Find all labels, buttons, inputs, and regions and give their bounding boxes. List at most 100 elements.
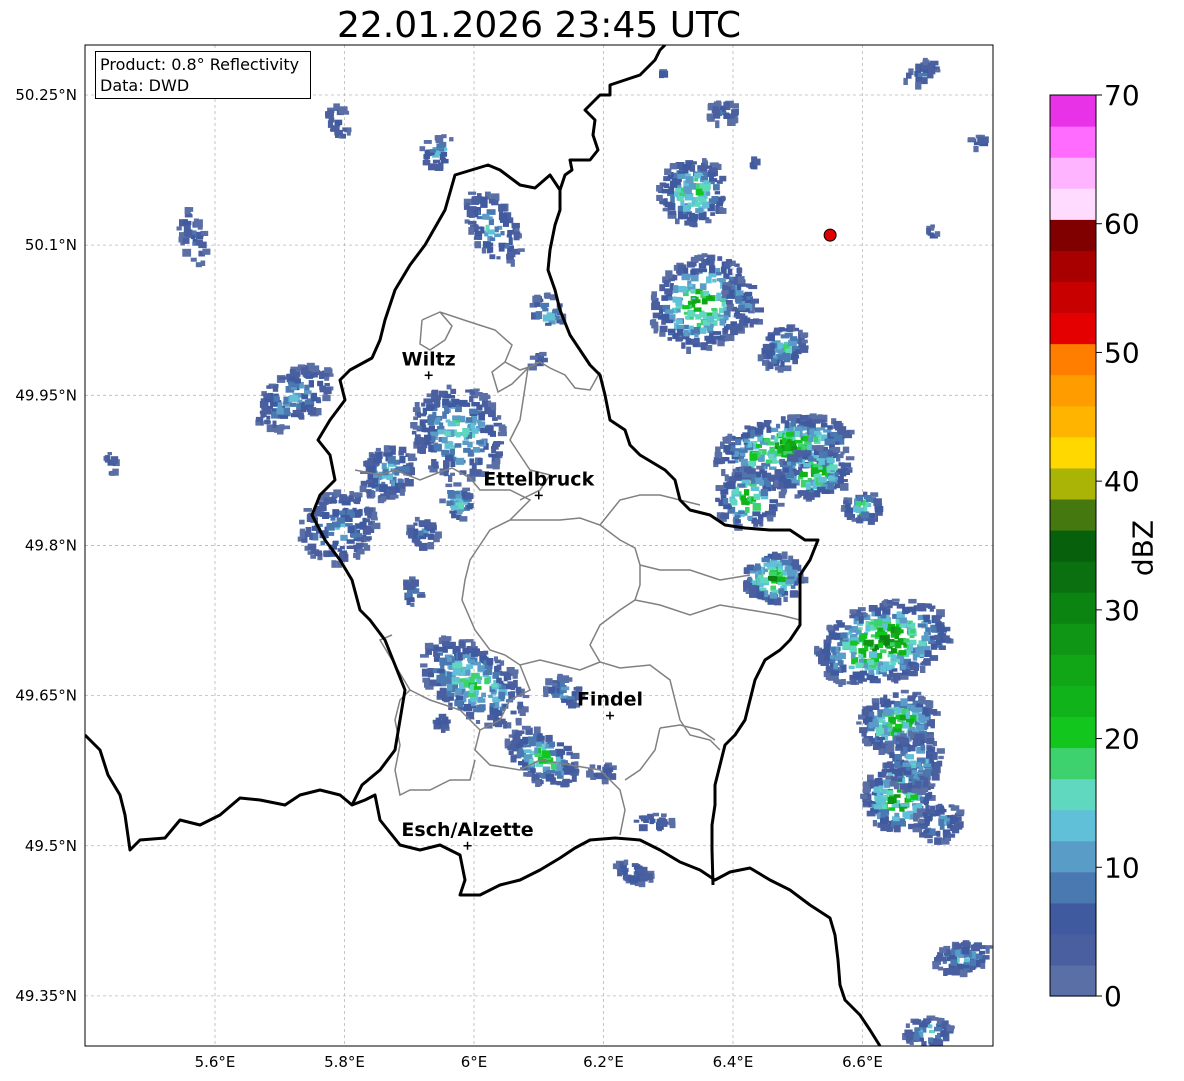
echo-cell: [727, 305, 732, 311]
echo-cell: [973, 145, 979, 153]
echo-cell: [486, 658, 494, 665]
colorbar-segment: [1050, 343, 1096, 376]
echo-cell: [907, 696, 916, 702]
echo-cell: [694, 333, 699, 337]
echo-cell: [719, 278, 726, 283]
echo-cell: [462, 432, 468, 438]
echo-cell: [912, 663, 920, 668]
echo-cell: [932, 961, 941, 965]
echo-cell: [876, 736, 885, 740]
echo-cell: [866, 705, 874, 709]
echo-cell: [316, 506, 323, 510]
echo-cell: [924, 650, 932, 657]
echo-cell: [623, 859, 629, 866]
echo-cell: [793, 454, 799, 463]
echo-cell: [574, 761, 579, 769]
echo-cell: [722, 285, 728, 291]
echo-cell: [488, 198, 496, 204]
echo-cell: [713, 184, 720, 191]
echo-cell: [379, 484, 388, 493]
axis-ticks: 5.6°E 5.8°E 6°E 6.2°E 6.4°E 6.6°E 50.25°N 50.1°…: [15, 86, 883, 1071]
echo-cell: [886, 790, 894, 796]
echo-cell: [752, 511, 761, 517]
x-tick-label: 5.6°E: [195, 1053, 236, 1071]
echo-cell: [859, 727, 868, 734]
echo-cell: [685, 315, 690, 320]
echo-cell: [323, 497, 329, 505]
echo-cell: [470, 423, 475, 429]
echo-cell: [489, 242, 494, 247]
echo-cell: [376, 454, 381, 458]
echo-cell: [353, 492, 359, 498]
y-tick-label: 50.1°N: [25, 236, 77, 254]
place-marker: Ettelbruck: [483, 468, 595, 500]
echo-cell: [324, 376, 330, 381]
place-label: Wiltz: [402, 348, 456, 370]
echo-cell: [488, 453, 498, 457]
echo-cell: [563, 745, 572, 751]
echo-cell: [889, 780, 898, 787]
echo-cell: [908, 782, 913, 789]
echo-cell: [451, 677, 460, 682]
echo-cell: [664, 168, 672, 176]
echo-cell: [367, 466, 376, 473]
echo-cell: [788, 340, 797, 347]
echo-cell: [506, 259, 511, 264]
echo-cell: [661, 188, 670, 194]
echo-cell: [510, 710, 517, 715]
echo-cell: [517, 701, 524, 708]
echo-cell: [480, 427, 488, 434]
echo-cell: [764, 438, 771, 443]
echo-cell: [487, 246, 494, 253]
echo-cell: [735, 290, 744, 296]
echo-cell: [900, 689, 909, 694]
echo-cell: [765, 459, 773, 464]
echo-cell: [446, 657, 452, 662]
echo-cell: [831, 647, 836, 653]
echo-cell: [340, 534, 348, 541]
echo-cell: [682, 204, 691, 212]
echo-cell: [736, 267, 743, 273]
echo-cell: [725, 451, 735, 455]
echo-cell: [749, 590, 757, 598]
echo-cell: [750, 429, 756, 434]
place-marker: Findel: [577, 689, 643, 720]
echo-cell: [452, 668, 461, 675]
echo-cell: [895, 723, 903, 729]
echo-cell: [450, 388, 457, 394]
echo-cell: [473, 447, 480, 453]
echo-cell: [775, 442, 780, 446]
echo-cell: [515, 743, 523, 748]
echo-cell: [560, 686, 570, 691]
echo-cell: [760, 488, 768, 496]
echo-cell: [909, 644, 914, 652]
echo-cell: [789, 591, 799, 598]
echo-cell: [712, 278, 717, 283]
echo-cell: [891, 648, 896, 653]
echo-cell: [845, 456, 855, 461]
echo-cell: [766, 514, 773, 520]
echo-cell: [327, 109, 334, 117]
echo-cell: [860, 511, 870, 519]
echo-cell: [431, 389, 439, 397]
echo-cell: [899, 714, 906, 721]
echo-cell: [884, 707, 889, 715]
echo-cell: [466, 664, 474, 669]
echo-cell: [389, 445, 396, 451]
echo-cell: [721, 290, 729, 295]
echo-cell: [496, 415, 502, 420]
radar-map: 5.6°E 5.8°E 6°E 6.2°E 6.4°E 6.6°E 50.25°N 50.1°…: [15, 44, 1140, 1071]
echo-cell: [827, 425, 833, 430]
echo-cell: [902, 737, 909, 744]
echo-cell: [985, 946, 990, 954]
echo-cell: [916, 803, 923, 809]
echo-cell: [970, 959, 976, 967]
echo-cell: [477, 698, 486, 703]
echo-cell: [470, 641, 476, 648]
echo-cell: [276, 407, 284, 415]
echo-cell: [939, 808, 945, 813]
echo-cell: [440, 391, 445, 398]
echo-cell: [918, 695, 925, 701]
echo-cell: [548, 686, 556, 694]
echo-cell: [870, 676, 879, 680]
